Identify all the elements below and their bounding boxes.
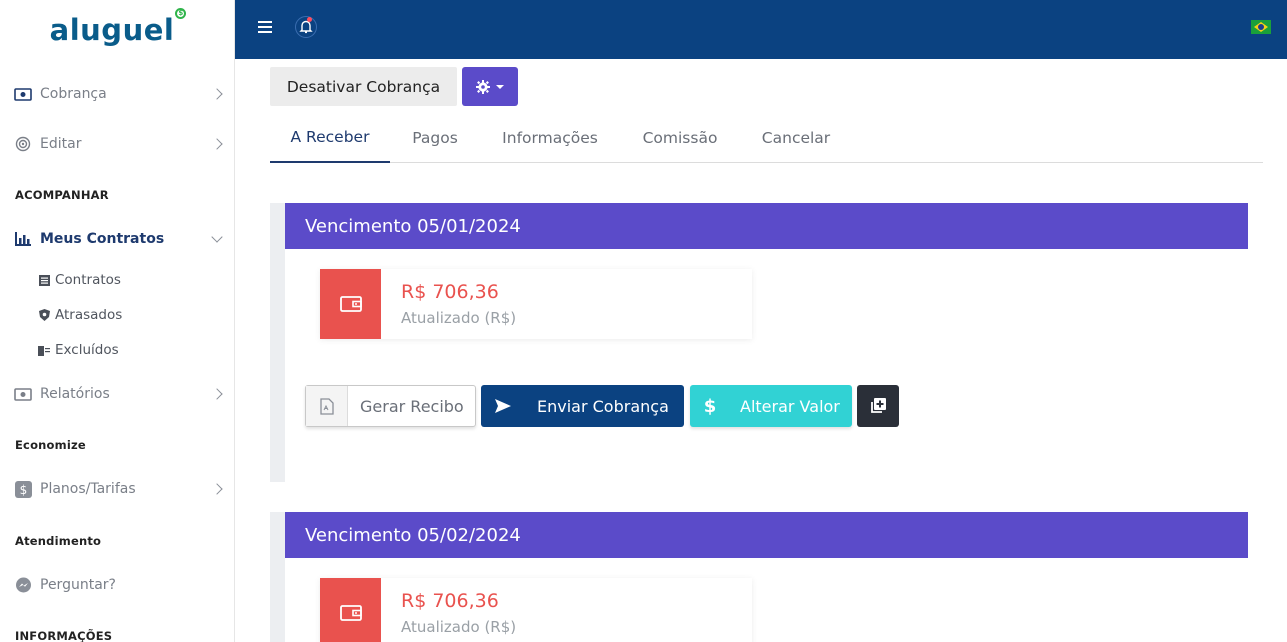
amount-value: R$ 706,36 [401, 590, 499, 612]
installment-card: Vencimento 05/01/2024 R$ 706,36 Atualiza… [285, 203, 1248, 482]
sidebar-item-label: Planos/Tarifas [40, 481, 136, 497]
card-title: Vencimento 05/02/2024 [285, 512, 1248, 558]
money-icon [14, 387, 32, 401]
send-icon [481, 385, 525, 427]
sidebar-item-perguntar[interactable]: Perguntar? [0, 570, 234, 600]
sidebar-item-label: Relatórios [40, 386, 110, 402]
sidebar-item-editar[interactable]: Editar [0, 129, 234, 159]
sidebar-subitem-label: Atrasados [55, 307, 123, 323]
amount-value: R$ 706,36 [401, 281, 499, 303]
sidebar: aluguel $ Cobrança Editar ACOMPANHAR Meus… [0, 0, 235, 642]
sidebar-item-cobranca[interactable]: Cobrança [0, 79, 234, 109]
card-title: Vencimento 05/01/2024 [285, 203, 1248, 249]
section-header: ACOMPANHAR [15, 188, 109, 202]
tab-cancelar[interactable]: Cancelar [740, 113, 852, 163]
dollar-icon: $ [14, 480, 32, 498]
tab-comissao[interactable]: Comissão [620, 113, 740, 163]
wallet-icon [320, 269, 381, 339]
target-icon [14, 136, 32, 152]
coin-icon: $ [175, 8, 187, 19]
notification-dot [307, 17, 312, 22]
sidebar-item-label: Cobrança [40, 86, 107, 102]
chevron-down-icon [211, 231, 223, 243]
sidebar-item-label: Perguntar? [40, 577, 116, 593]
list-icon [38, 274, 50, 286]
sidebar-item-label: Editar [40, 136, 82, 152]
button-label: Enviar Cobrança [537, 396, 669, 416]
brazil-flag-icon[interactable] [1251, 20, 1271, 34]
sidebar-subitem-atrasados[interactable]: Atrasados [38, 305, 122, 325]
section-header: Atendimento [15, 534, 102, 548]
sidebar-item-planos[interactable]: $ Planos/Tarifas [0, 474, 234, 504]
send-billing-button[interactable]: Enviar Cobrança [481, 385, 684, 427]
dollar-icon: $ [703, 395, 717, 417]
chevron-right-icon [211, 388, 223, 400]
button-label: Gerar Recibo [360, 396, 464, 416]
caret-down-icon [496, 84, 504, 89]
section-header: INFORMAÇÕES [15, 629, 113, 642]
sidebar-item-relatorios[interactable]: Relatórios [0, 379, 234, 409]
tab-a-receber[interactable]: A Receber [270, 113, 390, 163]
copy-add-icon [871, 398, 886, 413]
gear-icon [476, 79, 490, 94]
main-content: Desativar Cobrança A Receber Pagos Infor… [235, 59, 1287, 642]
amount-label: Atualizado (R$) [401, 309, 517, 327]
sidebar-subitem-label: Contratos [55, 272, 121, 288]
tab-pagos[interactable]: Pagos [390, 113, 480, 163]
tabs: A Receber Pagos Informações Comissão Can… [270, 113, 1263, 163]
wallet-icon [320, 578, 381, 642]
sidebar-item-label: Meus Contratos [40, 231, 165, 247]
sidebar-item-meus-contratos[interactable]: Meus Contratos [0, 224, 234, 254]
money-icon [14, 87, 32, 101]
sidebar-subitem-contratos[interactable]: Contratos [38, 270, 121, 290]
installment-card: Vencimento 05/02/2024 R$ 706,36 Atualiza… [285, 512, 1248, 642]
settings-dropdown-button[interactable] [462, 67, 518, 106]
sidebar-subitem-label: Excluídos [55, 342, 119, 358]
chevron-right-icon [211, 88, 223, 100]
svg-text:$: $ [19, 483, 27, 497]
logo[interactable]: aluguel $ [0, 0, 234, 59]
tab-informacoes[interactable]: Informações [480, 113, 620, 163]
sidebar-subitem-excluidos[interactable]: Excluídos [38, 340, 119, 360]
button-label: Alterar Valor [740, 396, 840, 416]
messenger-icon [14, 577, 32, 592]
amount-box: R$ 706,36 Atualizado (R$) [320, 269, 752, 339]
trash-icon [38, 344, 50, 356]
section-header: Economize [15, 438, 86, 452]
menu-toggle-icon[interactable] [258, 21, 272, 33]
shield-icon [38, 309, 50, 321]
generate-receipt-button[interactable]: Gerar Recibo [305, 385, 476, 427]
bar-chart-icon [14, 232, 32, 246]
pdf-icon [306, 386, 348, 426]
more-actions-button[interactable] [857, 385, 899, 427]
brand-name: aluguel [49, 12, 175, 47]
deactivate-billing-button[interactable]: Desativar Cobrança [270, 67, 457, 106]
change-value-button[interactable]: $ Alterar Valor [690, 385, 852, 427]
amount-box: R$ 706,36 Atualizado (R$) [320, 578, 752, 642]
notifications-bell-icon[interactable] [295, 16, 317, 38]
chevron-right-icon [211, 483, 223, 495]
chevron-right-icon [211, 138, 223, 150]
amount-label: Atualizado (R$) [401, 618, 517, 636]
top-bar [235, 0, 1287, 59]
